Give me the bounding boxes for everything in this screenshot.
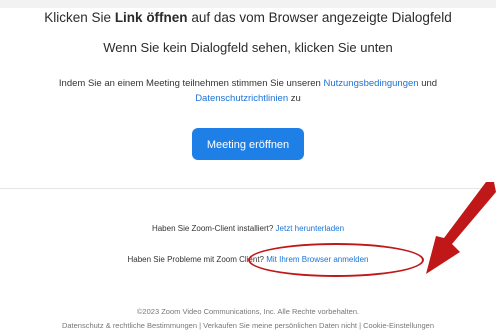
open-meeting-button[interactable]: Meeting eröffnen [192,128,304,160]
open-meeting-container: Meeting eröffnen [0,128,496,162]
dialog-instruction: Klicken Sie Link öffnen auf das vom Brow… [0,10,496,25]
download-prompt: Haben Sie Zoom-Client installiert? Jetzt… [0,224,496,233]
instruction-emphasis: Link öffnen [114,10,188,25]
instruction-text-start: Klicken Sie [44,10,115,25]
cookie-settings-link[interactable]: Cookie-Einstellungen [363,321,434,330]
copyright-notice: ©2023 Zoom Video Communications, Inc. Al… [136,307,360,316]
terms-text-end: zu [288,93,301,104]
download-now-link[interactable]: Jetzt herunterladen [276,224,345,233]
top-band [0,0,496,8]
instruction-text-end: auf das vom Browser angezeigte Dialogfel… [187,10,452,25]
privacy-policy-link[interactable]: Datenschutzrichtlinien [195,93,288,104]
join-from-browser-link[interactable]: Mit Ihrem Browser anmelden [266,255,368,264]
terms-text-start: Indem Sie an einem Meeting teilnehmen st… [58,78,324,89]
terms-text-mid: und [418,78,438,89]
terms-of-use-link[interactable]: Nutzungsbedingungen [323,78,418,89]
no-dialog-hint: Wenn Sie kein Dialogfeld sehen, klicken … [103,40,393,55]
footer-links: Datenschutz & rechtliche Bestimmungen | … [0,321,496,330]
privacy-legal-link[interactable]: Datenschutz & rechtliche Bestimmungen [62,321,197,330]
problem-question: Haben Sie Probleme mit Zoom Client? [127,255,267,264]
section-divider [0,188,496,189]
download-question: Haben Sie Zoom-Client installiert? [151,224,276,233]
terms-notice: Indem Sie an einem Meeting teilnehmen st… [0,76,496,106]
browser-join-prompt: Haben Sie Probleme mit Zoom Client? Mit … [0,255,496,264]
do-not-sell-link[interactable]: Verkaufen Sie meine persönlichen Daten n… [203,321,357,330]
